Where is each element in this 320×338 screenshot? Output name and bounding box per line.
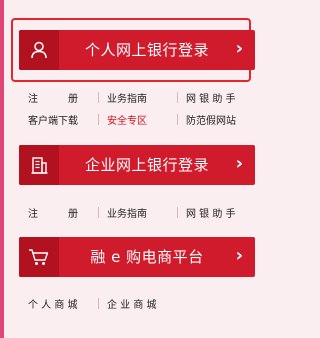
chevron-right-icon: › — [235, 153, 243, 174]
corporate-banking-label: 企业网上银行登录 — [84, 156, 209, 174]
corporate-business-guide-link[interactable]: 业务指南 — [107, 205, 169, 220]
corporate-netbank-assistant-link[interactable]: 网 银 助 手 — [186, 205, 236, 220]
ecommerce-platform-label: 融 e 购电商平台 — [90, 248, 204, 266]
personal-banking-label: 个人网上银行登录 — [84, 41, 209, 59]
divider — [177, 92, 178, 103]
personal-links-row-2: 客户端下载 安全专区 防范假网站 — [28, 112, 236, 127]
client-download-link[interactable]: 客户端下载 — [28, 112, 90, 127]
corporate-register-link[interactable]: 注 册 — [28, 205, 90, 220]
ecommerce-links-row-1: 个 人 商 城 企 业 商 城 — [28, 296, 157, 311]
chevron-right-icon: › — [235, 38, 243, 59]
divider — [177, 114, 178, 125]
divider — [98, 207, 99, 218]
divider — [177, 207, 178, 218]
corporate-links-row-1: 注 册 业务指南 网 银 助 手 — [28, 205, 236, 220]
chevron-right-icon: › — [235, 245, 243, 266]
building-icon — [19, 145, 59, 185]
personal-banking-login-button[interactable]: 个人网上银行登录 › — [19, 30, 255, 70]
corporate-banking-login-button[interactable]: 企业网上银行登录 › — [19, 145, 255, 185]
netbank-assistant-link[interactable]: 网 银 助 手 — [186, 90, 236, 105]
user-icon — [19, 30, 59, 70]
security-zone-link[interactable]: 安全专区 — [107, 112, 169, 127]
register-link[interactable]: 注 册 — [28, 90, 90, 105]
personal-mall-link[interactable]: 个 人 商 城 — [28, 296, 90, 311]
anti-phishing-link[interactable]: 防范假网站 — [186, 112, 236, 127]
left-edge-strip — [0, 0, 4, 338]
personal-links-row-1: 注 册 业务指南 网 银 助 手 — [28, 90, 236, 105]
business-guide-link[interactable]: 业务指南 — [107, 90, 169, 105]
divider — [98, 92, 99, 103]
divider — [98, 298, 99, 309]
shopping-cart-icon — [19, 237, 59, 277]
corporate-mall-link[interactable]: 企 业 商 城 — [107, 296, 157, 311]
divider — [98, 114, 99, 125]
ecommerce-platform-button[interactable]: 融 e 购电商平台 › — [19, 237, 255, 277]
